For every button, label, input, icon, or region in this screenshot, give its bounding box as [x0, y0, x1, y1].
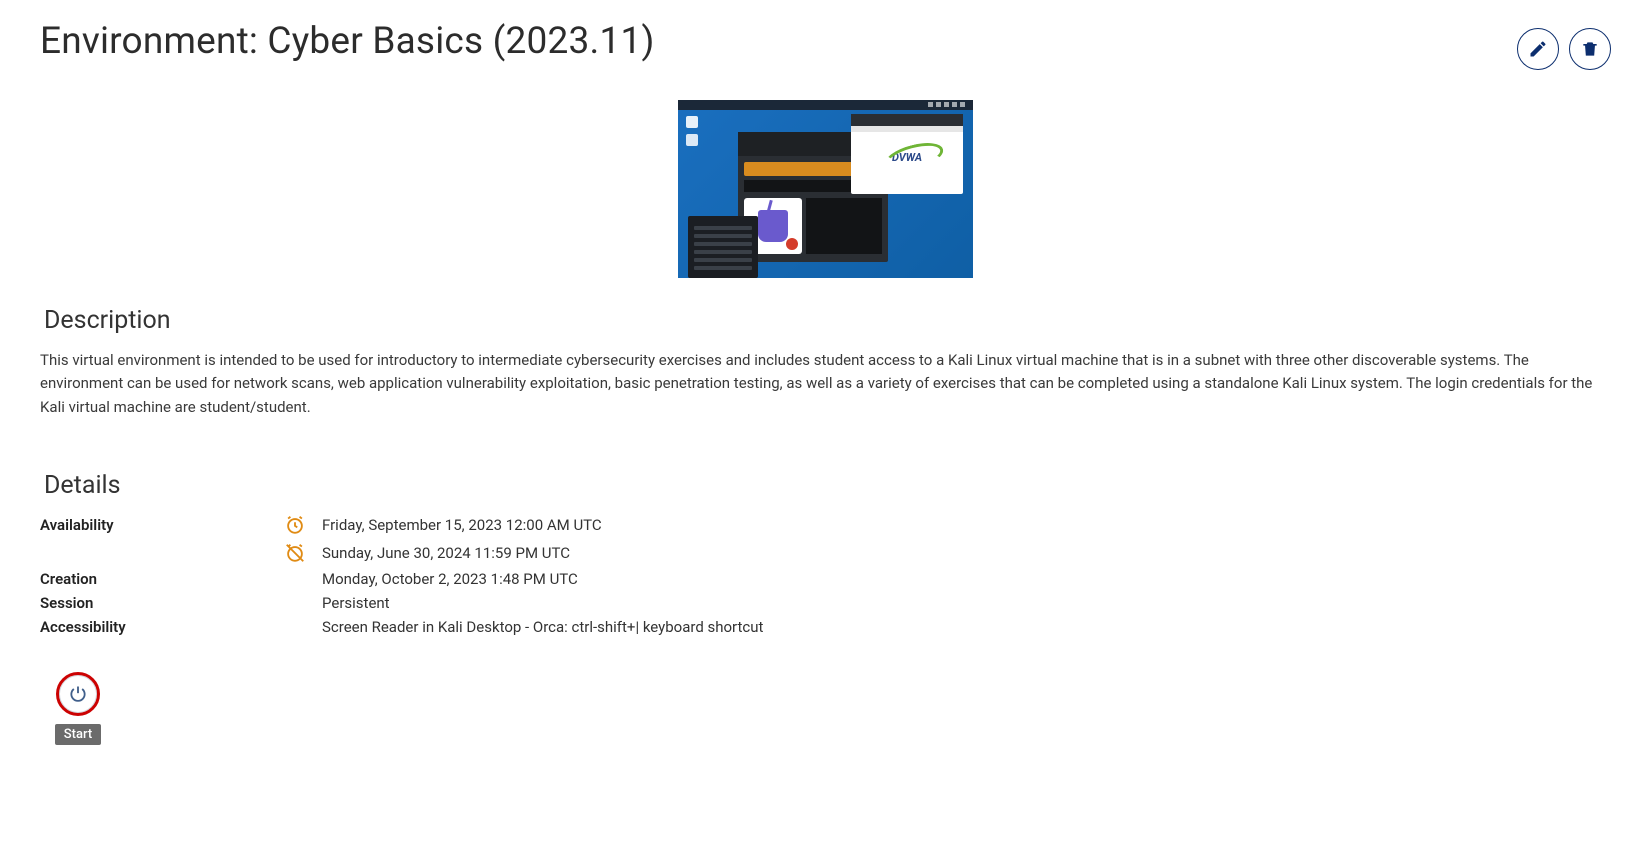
edit-button[interactable]	[1517, 28, 1559, 70]
creation-label: Creation	[40, 570, 284, 588]
details-heading: Details	[44, 471, 1611, 500]
session-value: Persistent	[322, 594, 1611, 612]
pencil-icon	[1528, 39, 1548, 59]
creation-value: Monday, October 2, 2023 1:48 PM UTC	[322, 570, 1611, 588]
start-tooltip: Start	[55, 724, 101, 745]
alarm-off-icon	[284, 542, 322, 564]
availability-end-value: Sunday, June 30, 2024 11:59 PM UTC	[322, 544, 1611, 562]
accessibility-label: Accessibility	[40, 618, 284, 636]
bottom-actions: Start	[56, 672, 100, 745]
environment-screenshot-area: DVWA	[40, 100, 1611, 278]
page-header: Environment: Cyber Basics (2023.11)	[40, 20, 1611, 70]
environment-screenshot: DVWA	[678, 100, 973, 278]
alarm-on-icon	[284, 514, 322, 536]
availability-start-value: Friday, September 15, 2023 12:00 AM UTC	[322, 516, 1611, 534]
description-heading: Description	[44, 306, 1611, 335]
delete-button[interactable]	[1569, 28, 1611, 70]
start-button[interactable]	[56, 672, 100, 716]
session-label: Session	[40, 594, 284, 612]
page-title: Environment: Cyber Basics (2023.11)	[40, 20, 655, 63]
description-text: This virtual environment is intended to …	[40, 349, 1611, 419]
power-icon	[68, 684, 88, 704]
accessibility-value: Screen Reader in Kali Desktop - Orca: ct…	[322, 618, 1611, 636]
details-table: Availability Friday, September 15, 2023 …	[40, 514, 1611, 636]
availability-label: Availability	[40, 516, 284, 534]
header-actions	[1517, 28, 1611, 70]
trash-icon	[1580, 39, 1600, 59]
